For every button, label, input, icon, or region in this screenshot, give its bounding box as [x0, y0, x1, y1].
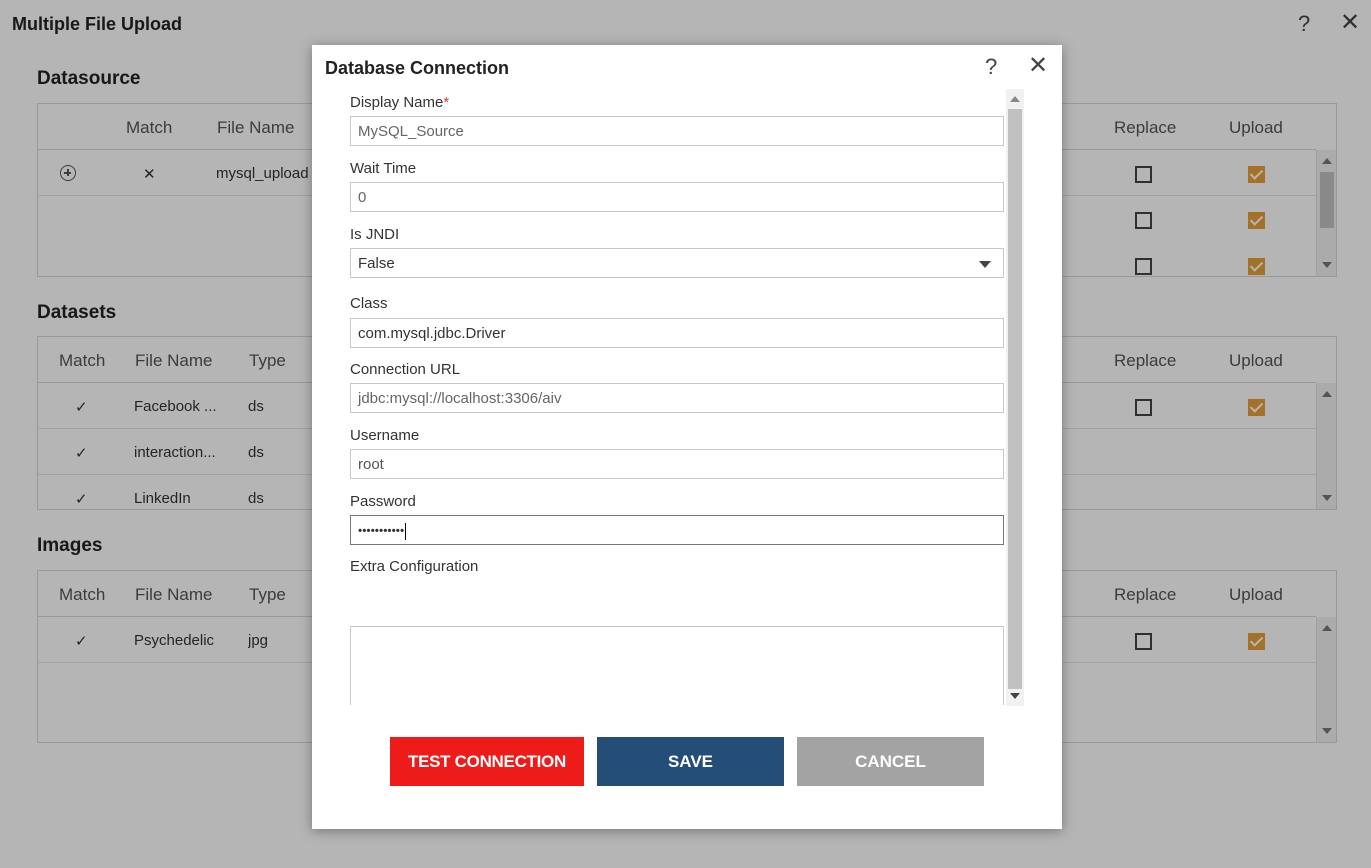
class-label: Class: [350, 295, 388, 312]
connection-form: Display Name* MySQL_Source Wait Time 0 I…: [350, 89, 1025, 705]
is-jndi-label: Is JNDI: [350, 226, 400, 243]
wait-time-label: Wait Time: [350, 160, 417, 177]
required-marker: *: [443, 94, 450, 111]
is-jndi-selected-value: False: [358, 255, 395, 272]
form-scrollbar[interactable]: [1006, 89, 1024, 706]
close-icon[interactable]: ✕: [1028, 51, 1048, 80]
scroll-thumb[interactable]: [1008, 109, 1022, 689]
dialog-title: Database Connection: [325, 58, 510, 78]
help-icon[interactable]: ?: [985, 54, 997, 80]
extra-configuration-label: Extra Configuration: [350, 558, 479, 575]
cancel-button[interactable]: CANCEL: [797, 737, 984, 786]
extra-configuration-textarea[interactable]: [350, 626, 1004, 705]
class-input[interactable]: com.mysql.jdbc.Driver: [350, 318, 1004, 348]
scroll-down-icon[interactable]: [1010, 693, 1020, 699]
scroll-up-icon[interactable]: [1010, 96, 1020, 102]
display-name-input[interactable]: MySQL_Source: [350, 116, 1004, 146]
test-connection-button[interactable]: TEST CONNECTION: [390, 737, 584, 786]
text-cursor: [405, 523, 407, 540]
connection-url-label: Connection URL: [350, 361, 461, 378]
username-input[interactable]: root: [350, 449, 1004, 479]
display-name-label: Display Name*: [350, 94, 450, 111]
connection-url-input[interactable]: jdbc:mysql://localhost:3306/aiv: [350, 383, 1004, 413]
username-label: Username: [350, 427, 420, 444]
password-input[interactable]: •••••••••••: [350, 515, 1004, 545]
chevron-down-icon: [979, 261, 991, 268]
database-connection-dialog: Database Connection ? ✕ Display Name* My…: [312, 45, 1062, 829]
password-label: Password: [350, 493, 416, 510]
save-button[interactable]: SAVE: [597, 737, 784, 786]
wait-time-input[interactable]: 0: [350, 182, 1004, 212]
password-dots: •••••••••••: [358, 523, 405, 538]
is-jndi-select[interactable]: False: [350, 248, 1004, 278]
